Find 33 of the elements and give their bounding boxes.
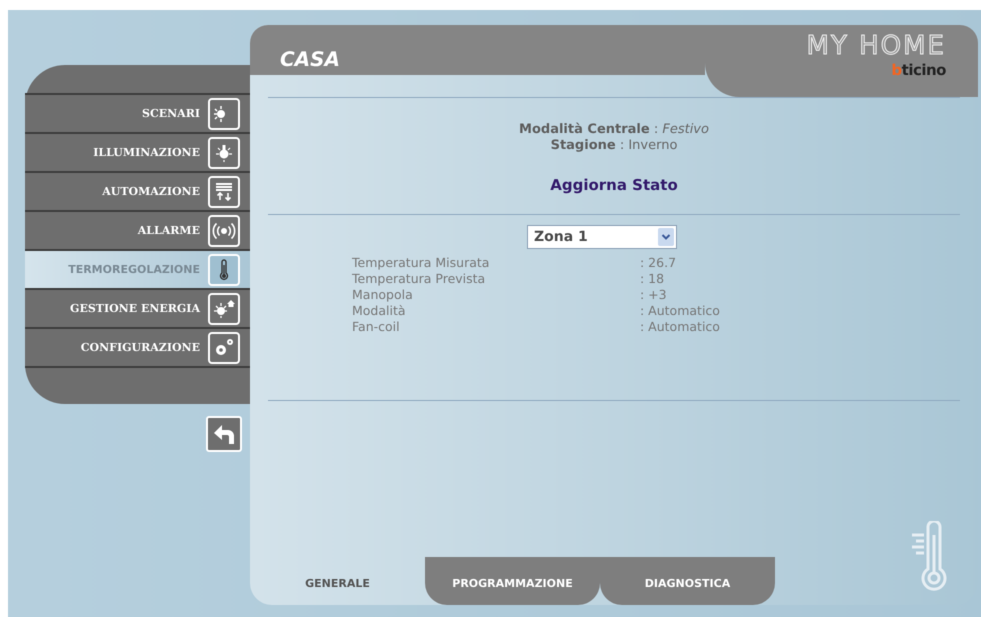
sidebar-item[interactable]: CONFIGURAZIONE <box>25 327 250 368</box>
shutter-icon <box>208 176 240 208</box>
sun-house-icon <box>208 292 240 324</box>
sidebar-item[interactable]: SCENARI <box>25 93 250 132</box>
sun-moon-icon <box>208 98 240 130</box>
brand-logo: bticino <box>891 61 946 79</box>
status-line: Stagione : Inverno <box>550 138 678 154</box>
reading-value: : +3 <box>640 287 668 303</box>
tab[interactable]: GENERALE <box>250 557 425 605</box>
reading-label: Modalità <box>352 303 407 319</box>
refresh-link[interactable]: Aggiorna Stato <box>268 176 960 194</box>
reading-label: Manopola <box>352 287 414 303</box>
thermometer-icon <box>208 254 240 286</box>
page-title: CASA <box>280 47 340 71</box>
sidebar-item[interactable]: AUTOMAZIONE <box>25 171 250 210</box>
tab[interactable]: DIAGNOSTICA <box>600 557 775 605</box>
reading-value: : 26.7 <box>640 255 678 271</box>
sidebar-item[interactable]: ILLUMINAZIONE <box>25 132 250 171</box>
reading-value: : Automatico <box>640 303 721 319</box>
reading-label: Temperatura Misurata <box>352 255 490 271</box>
sidebar-item[interactable]: GESTIONE ENERGIA <box>25 288 250 327</box>
lightbulb-icon <box>208 136 240 168</box>
reading-value: : 18 <box>640 271 666 287</box>
reading-value: : Automatico <box>640 319 721 335</box>
tab[interactable]: PROGRAMMAZIONE <box>425 557 600 605</box>
sidebar-item[interactable]: ALLARME <box>25 210 250 249</box>
zone-dropdown[interactable]: Zona 1 <box>527 225 677 249</box>
alarm-icon <box>208 214 240 246</box>
reading-label: Temperatura Prevista <box>352 271 486 287</box>
gears-icon <box>208 332 240 364</box>
reading-label: Fan-coil <box>352 319 401 335</box>
status-line: Modalità Centrale : Festivo <box>519 122 709 138</box>
logo-text: MY HOME <box>806 31 946 61</box>
